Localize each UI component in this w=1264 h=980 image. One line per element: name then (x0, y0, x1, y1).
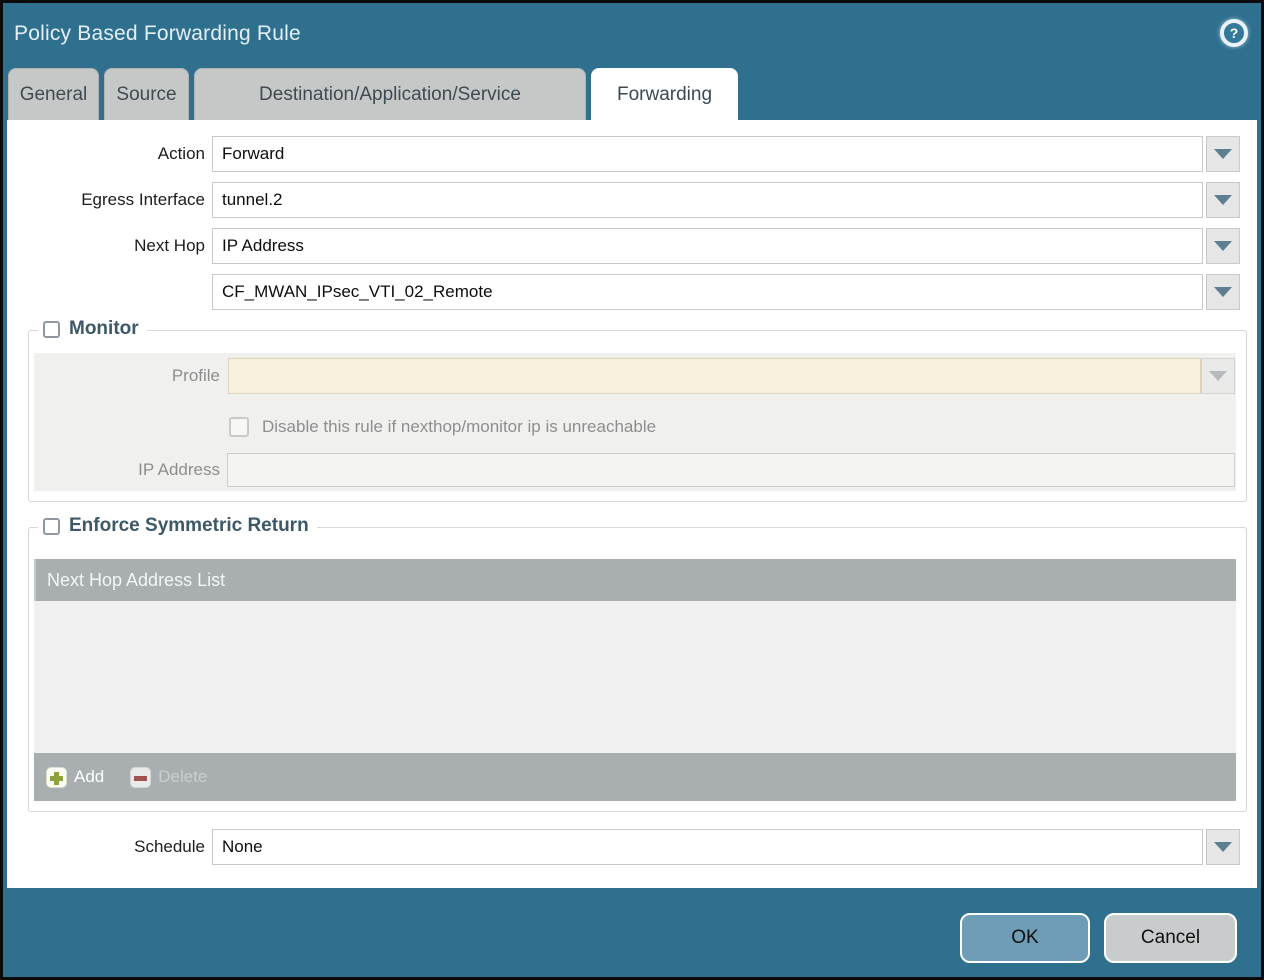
ok-button[interactable]: OK (960, 913, 1090, 963)
next-hop-dropdown-button[interactable] (1206, 228, 1240, 264)
delete-button-label: Delete (158, 767, 207, 787)
action-select[interactable]: Forward (212, 136, 1203, 172)
schedule-select[interactable]: None (212, 829, 1203, 865)
tab-destination-application-service-label: Destination/Application/Service (259, 84, 521, 106)
tab-source[interactable]: Source (104, 68, 189, 120)
tab-general[interactable]: General (8, 68, 99, 120)
profile-row: Profile (34, 358, 1236, 394)
chevron-down-icon (1214, 287, 1232, 297)
enforce-symmetric-return-legend-label: Enforce Symmetric Return (69, 515, 309, 537)
plus-icon (46, 767, 67, 788)
next-hop-label: Next Hop (7, 228, 205, 264)
next-hop-row: Next Hop IP Address (7, 228, 1257, 264)
forwarding-tab-panel: Action Forward Egress Interface tunnel.2… (7, 120, 1257, 888)
help-icon: ? (1230, 25, 1239, 41)
add-button[interactable]: Add (46, 767, 104, 788)
next-hop-address-field[interactable]: CF_MWAN_IPsec_VTI_02_Remote (212, 274, 1203, 310)
profile-dropdown-button (1201, 358, 1235, 394)
schedule-label: Schedule (7, 829, 205, 865)
egress-interface-select[interactable]: tunnel.2 (212, 182, 1203, 218)
profile-field (228, 358, 1201, 394)
chevron-down-icon (1214, 195, 1232, 205)
action-dropdown-button[interactable] (1206, 136, 1240, 172)
chevron-down-icon (1209, 371, 1227, 381)
chevron-down-icon (1214, 842, 1232, 852)
tab-source-label: Source (116, 84, 176, 106)
tab-general-label: General (20, 84, 88, 106)
enforce-symmetric-return-checkbox[interactable] (43, 518, 60, 535)
minus-icon (130, 767, 151, 788)
delete-button: Delete (130, 767, 207, 788)
schedule-row: Schedule None (7, 829, 1257, 865)
tab-forwarding-label: Forwarding (617, 84, 712, 106)
monitor-section: Monitor Profile Disable this rule if nex… (28, 330, 1247, 502)
cancel-button[interactable]: Cancel (1104, 913, 1237, 963)
next-hop-type-select[interactable]: IP Address (212, 228, 1203, 264)
monitor-ip-address-row: IP Address (34, 453, 1236, 487)
action-row: Action Forward (7, 136, 1257, 172)
disable-rule-row: Disable this rule if nexthop/monitor ip … (34, 415, 1236, 439)
table-header-next-hop-address-list[interactable]: Next Hop Address List (34, 559, 1236, 601)
enforce-symmetric-return-section: Enforce Symmetric Return Next Hop Addres… (28, 527, 1247, 812)
profile-label: Profile (34, 358, 220, 394)
monitor-legend: Monitor (38, 318, 147, 340)
disable-rule-label: Disable this rule if nexthop/monitor ip … (262, 417, 656, 437)
egress-interface-row: Egress Interface tunnel.2 (7, 182, 1257, 218)
monitor-legend-label: Monitor (69, 318, 139, 340)
monitor-checkbox[interactable] (43, 321, 60, 338)
egress-interface-dropdown-button[interactable] (1206, 182, 1240, 218)
disable-rule-checkbox (229, 417, 249, 437)
next-hop-address-list-body (34, 601, 1236, 753)
pbf-rule-dialog: Policy Based Forwarding Rule ? General S… (0, 0, 1264, 980)
enforce-symmetric-return-legend: Enforce Symmetric Return (38, 515, 317, 537)
chevron-down-icon (1214, 241, 1232, 251)
ip-address-label: IP Address (34, 453, 220, 487)
next-hop-address-list-table: Next Hop Address List Add Delete (34, 559, 1236, 801)
schedule-dropdown-button[interactable] (1206, 829, 1240, 865)
tab-destination-application-service[interactable]: Destination/Application/Service (194, 68, 586, 120)
help-button[interactable]: ? (1220, 19, 1248, 47)
action-label: Action (7, 136, 205, 172)
next-hop-address-row: CF_MWAN_IPsec_VTI_02_Remote (7, 274, 1257, 310)
chevron-down-icon (1214, 149, 1232, 159)
next-hop-address-dropdown-button[interactable] (1206, 274, 1240, 310)
add-button-label: Add (74, 767, 104, 787)
page-title: Policy Based Forwarding Rule (14, 22, 301, 46)
next-hop-address-list-toolbar: Add Delete (34, 753, 1236, 801)
ip-address-field (227, 453, 1235, 487)
monitor-panel: Profile Disable this rule if nexthop/mon… (34, 353, 1236, 491)
egress-interface-label: Egress Interface (7, 182, 205, 218)
tab-bar: General Source Destination/Application/S… (8, 68, 738, 120)
tab-forwarding[interactable]: Forwarding (591, 68, 738, 120)
